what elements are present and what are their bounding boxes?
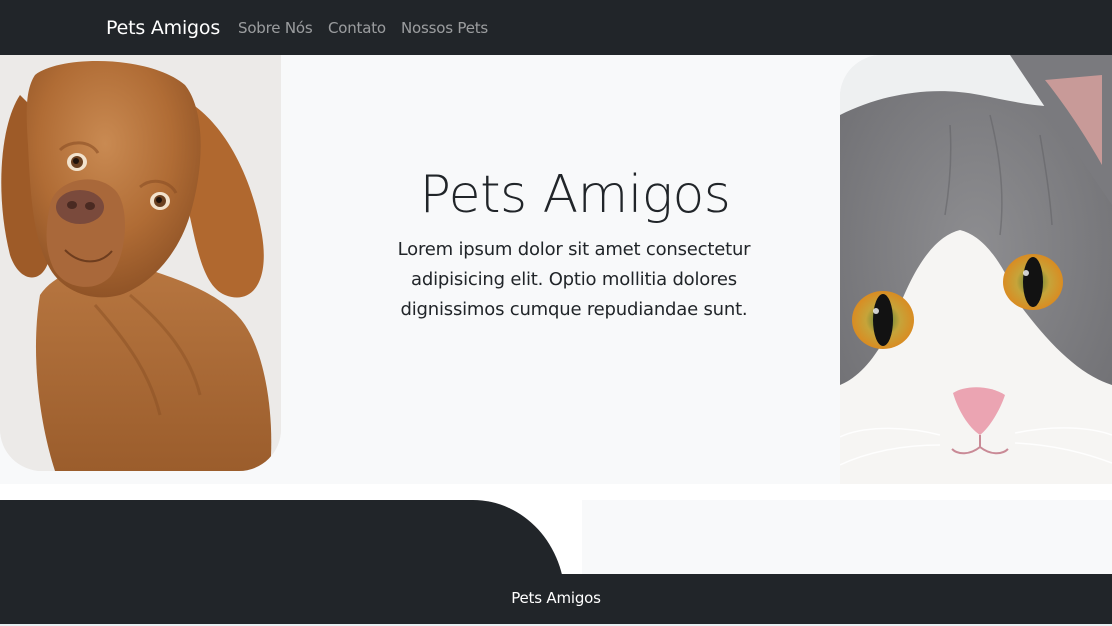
- footer: Pets Amigos: [0, 574, 1112, 624]
- brand-link[interactable]: Pets Amigos: [106, 15, 220, 41]
- hero-section: Pets Amigos Lorem ipsum dolor sit amet c…: [0, 55, 1112, 484]
- nav-link-sobre-nos[interactable]: Sobre Nós: [238, 17, 313, 39]
- navbar: Pets Amigos Sobre Nós Contato Nossos Pet…: [0, 0, 1112, 55]
- hero-description: Lorem ipsum dolor sit amet consectetur a…: [397, 239, 751, 320]
- footer-brand: Pets Amigos: [511, 589, 601, 607]
- dog-image: [0, 55, 281, 471]
- nav-link-nossos-pets[interactable]: Nossos Pets: [401, 17, 488, 39]
- nav-link-contato[interactable]: Contato: [328, 17, 386, 39]
- hero-title: Pets Amigos: [419, 165, 731, 225]
- cat-image: [840, 55, 1112, 484]
